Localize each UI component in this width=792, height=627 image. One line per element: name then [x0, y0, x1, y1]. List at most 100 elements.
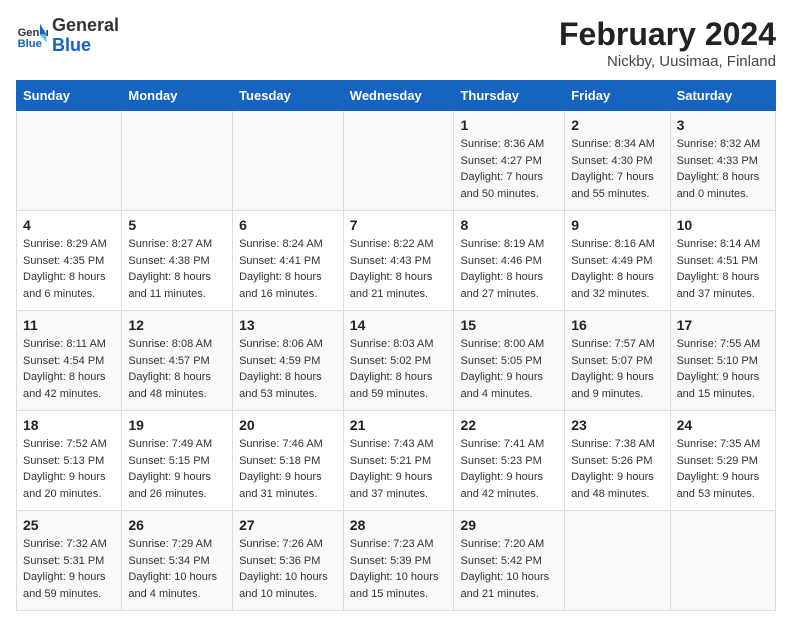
day-number: 26: [128, 517, 226, 533]
day-info-line: Sunrise: 7:26 AM: [239, 536, 337, 553]
day-info-line: Sunrise: 7:52 AM: [23, 436, 115, 453]
day-info-line: Sunrise: 7:32 AM: [23, 536, 115, 553]
week-row-5: 25Sunrise: 7:32 AMSunset: 5:31 PMDayligh…: [17, 511, 776, 611]
day-number: 27: [239, 517, 337, 533]
day-number: 11: [23, 317, 115, 333]
day-info-line: Sunset: 4:49 PM: [571, 253, 663, 270]
day-info-line: Sunrise: 8:19 AM: [460, 236, 558, 253]
day-info-line: and 50 minutes.: [460, 186, 558, 203]
calendar-cell: 28Sunrise: 7:23 AMSunset: 5:39 PMDayligh…: [343, 511, 454, 611]
day-info-line: Sunset: 4:41 PM: [239, 253, 337, 270]
day-info-line: and 15 minutes.: [350, 586, 448, 603]
day-info-line: Sunset: 5:02 PM: [350, 353, 448, 370]
day-info-line: Sunset: 4:59 PM: [239, 353, 337, 370]
day-info-line: Daylight: 9 hours: [239, 469, 337, 486]
day-number: 4: [23, 217, 115, 233]
day-info-line: and 11 minutes.: [128, 286, 226, 303]
day-number: 13: [239, 317, 337, 333]
day-info-line: Daylight: 8 hours: [239, 269, 337, 286]
day-info-line: Sunrise: 8:22 AM: [350, 236, 448, 253]
day-number: 22: [460, 417, 558, 433]
day-number: 23: [571, 417, 663, 433]
day-number: 28: [350, 517, 448, 533]
day-info-line: and 37 minutes.: [350, 486, 448, 503]
calendar-header-row: SundayMondayTuesdayWednesdayThursdayFrid…: [17, 81, 776, 111]
day-info-line: and 59 minutes.: [350, 386, 448, 403]
day-info-line: Sunset: 5:29 PM: [677, 453, 769, 470]
calendar-cell: 3Sunrise: 8:32 AMSunset: 4:33 PMDaylight…: [670, 111, 775, 211]
header-monday: Monday: [122, 81, 233, 111]
day-info-line: Sunrise: 8:24 AM: [239, 236, 337, 253]
day-info-line: and 42 minutes.: [23, 386, 115, 403]
day-info-line: Sunrise: 7:55 AM: [677, 336, 769, 353]
day-info-line: Sunrise: 8:27 AM: [128, 236, 226, 253]
day-info-line: and 48 minutes.: [571, 486, 663, 503]
calendar-cell: 16Sunrise: 7:57 AMSunset: 5:07 PMDayligh…: [565, 311, 670, 411]
day-number: 10: [677, 217, 769, 233]
day-number: 8: [460, 217, 558, 233]
day-info-line: and 4 minutes.: [128, 586, 226, 603]
header-tuesday: Tuesday: [233, 81, 344, 111]
calendar-cell: 10Sunrise: 8:14 AMSunset: 4:51 PMDayligh…: [670, 211, 775, 311]
day-info-line: Daylight: 8 hours: [239, 369, 337, 386]
day-number: 21: [350, 417, 448, 433]
calendar-cell: 25Sunrise: 7:32 AMSunset: 5:31 PMDayligh…: [17, 511, 122, 611]
day-info-line: Sunset: 4:43 PM: [350, 253, 448, 270]
day-number: 5: [128, 217, 226, 233]
calendar-cell: 8Sunrise: 8:19 AMSunset: 4:46 PMDaylight…: [454, 211, 565, 311]
day-info-line: Sunset: 5:34 PM: [128, 553, 226, 570]
day-info-line: Daylight: 7 hours: [460, 169, 558, 186]
calendar-cell: 18Sunrise: 7:52 AMSunset: 5:13 PMDayligh…: [17, 411, 122, 511]
day-info-line: and 20 minutes.: [23, 486, 115, 503]
calendar-cell: 11Sunrise: 8:11 AMSunset: 4:54 PMDayligh…: [17, 311, 122, 411]
day-number: 6: [239, 217, 337, 233]
calendar-cell: 26Sunrise: 7:29 AMSunset: 5:34 PMDayligh…: [122, 511, 233, 611]
day-info-line: Sunrise: 8:16 AM: [571, 236, 663, 253]
calendar-cell: 6 Sunrise: 8:24 AMSunset: 4:41 PMDaylight…: [233, 211, 344, 311]
day-info-line: Sunrise: 8:32 AM: [677, 136, 769, 153]
calendar-cell: [670, 511, 775, 611]
day-info-line: Daylight: 9 hours: [128, 469, 226, 486]
day-info-line: Sunset: 4:27 PM: [460, 153, 558, 170]
calendar-table: SundayMondayTuesdayWednesdayThursdayFrid…: [16, 80, 776, 611]
day-info-line: Sunrise: 7:43 AM: [350, 436, 448, 453]
day-info-line: Sunset: 5:15 PM: [128, 453, 226, 470]
day-info-line: Sunset: 4:33 PM: [677, 153, 769, 170]
calendar-cell: 9Sunrise: 8:16 AMSunset: 4:49 PMDaylight…: [565, 211, 670, 311]
day-info-line: Sunset: 4:51 PM: [677, 253, 769, 270]
day-info-line: and 9 minutes.: [571, 386, 663, 403]
calendar-cell: 29Sunrise: 7:20 AMSunset: 5:42 PMDayligh…: [454, 511, 565, 611]
day-number: 9: [571, 217, 663, 233]
day-info-line: Sunrise: 7:46 AM: [239, 436, 337, 453]
day-number: 25: [23, 517, 115, 533]
week-row-2: 4Sunrise: 8:29 AMSunset: 4:35 PMDaylight…: [17, 211, 776, 311]
calendar-cell: 2Sunrise: 8:34 AMSunset: 4:30 PMDaylight…: [565, 111, 670, 211]
day-number: 12: [128, 317, 226, 333]
day-number: 17: [677, 317, 769, 333]
day-info-line: Sunset: 4:54 PM: [23, 353, 115, 370]
logo-text: GeneralBlue: [52, 16, 119, 56]
calendar-cell: 19Sunrise: 7:49 AMSunset: 5:15 PMDayligh…: [122, 411, 233, 511]
day-info-line: Sunrise: 8:29 AM: [23, 236, 115, 253]
day-info-line: Sunrise: 7:35 AM: [677, 436, 769, 453]
day-info-line: and 21 minutes.: [460, 586, 558, 603]
day-info-line: Sunset: 5:10 PM: [677, 353, 769, 370]
day-info-line: and 10 minutes.: [239, 586, 337, 603]
day-info-line: and 37 minutes.: [677, 286, 769, 303]
day-info-line: and 32 minutes.: [571, 286, 663, 303]
calendar-cell: 1Sunrise: 8:36 AMSunset: 4:27 PMDaylight…: [454, 111, 565, 211]
day-info-line: Daylight: 9 hours: [571, 469, 663, 486]
day-info-line: Daylight: 8 hours: [128, 369, 226, 386]
day-info-line: Sunset: 5:39 PM: [350, 553, 448, 570]
day-info-line: and 6 minutes.: [23, 286, 115, 303]
day-info-line: Sunrise: 7:41 AM: [460, 436, 558, 453]
day-number: 24: [677, 417, 769, 433]
calendar-cell: 4Sunrise: 8:29 AMSunset: 4:35 PMDaylight…: [17, 211, 122, 311]
day-number: 2: [571, 117, 663, 133]
subtitle: Nickby, Uusimaa, Finland: [559, 53, 776, 70]
day-info-line: and 53 minutes.: [677, 486, 769, 503]
day-info-line: and 42 minutes.: [460, 486, 558, 503]
day-info-line: Sunset: 4:46 PM: [460, 253, 558, 270]
day-info-line: Daylight: 9 hours: [571, 369, 663, 386]
day-info-line: Daylight: 8 hours: [350, 269, 448, 286]
